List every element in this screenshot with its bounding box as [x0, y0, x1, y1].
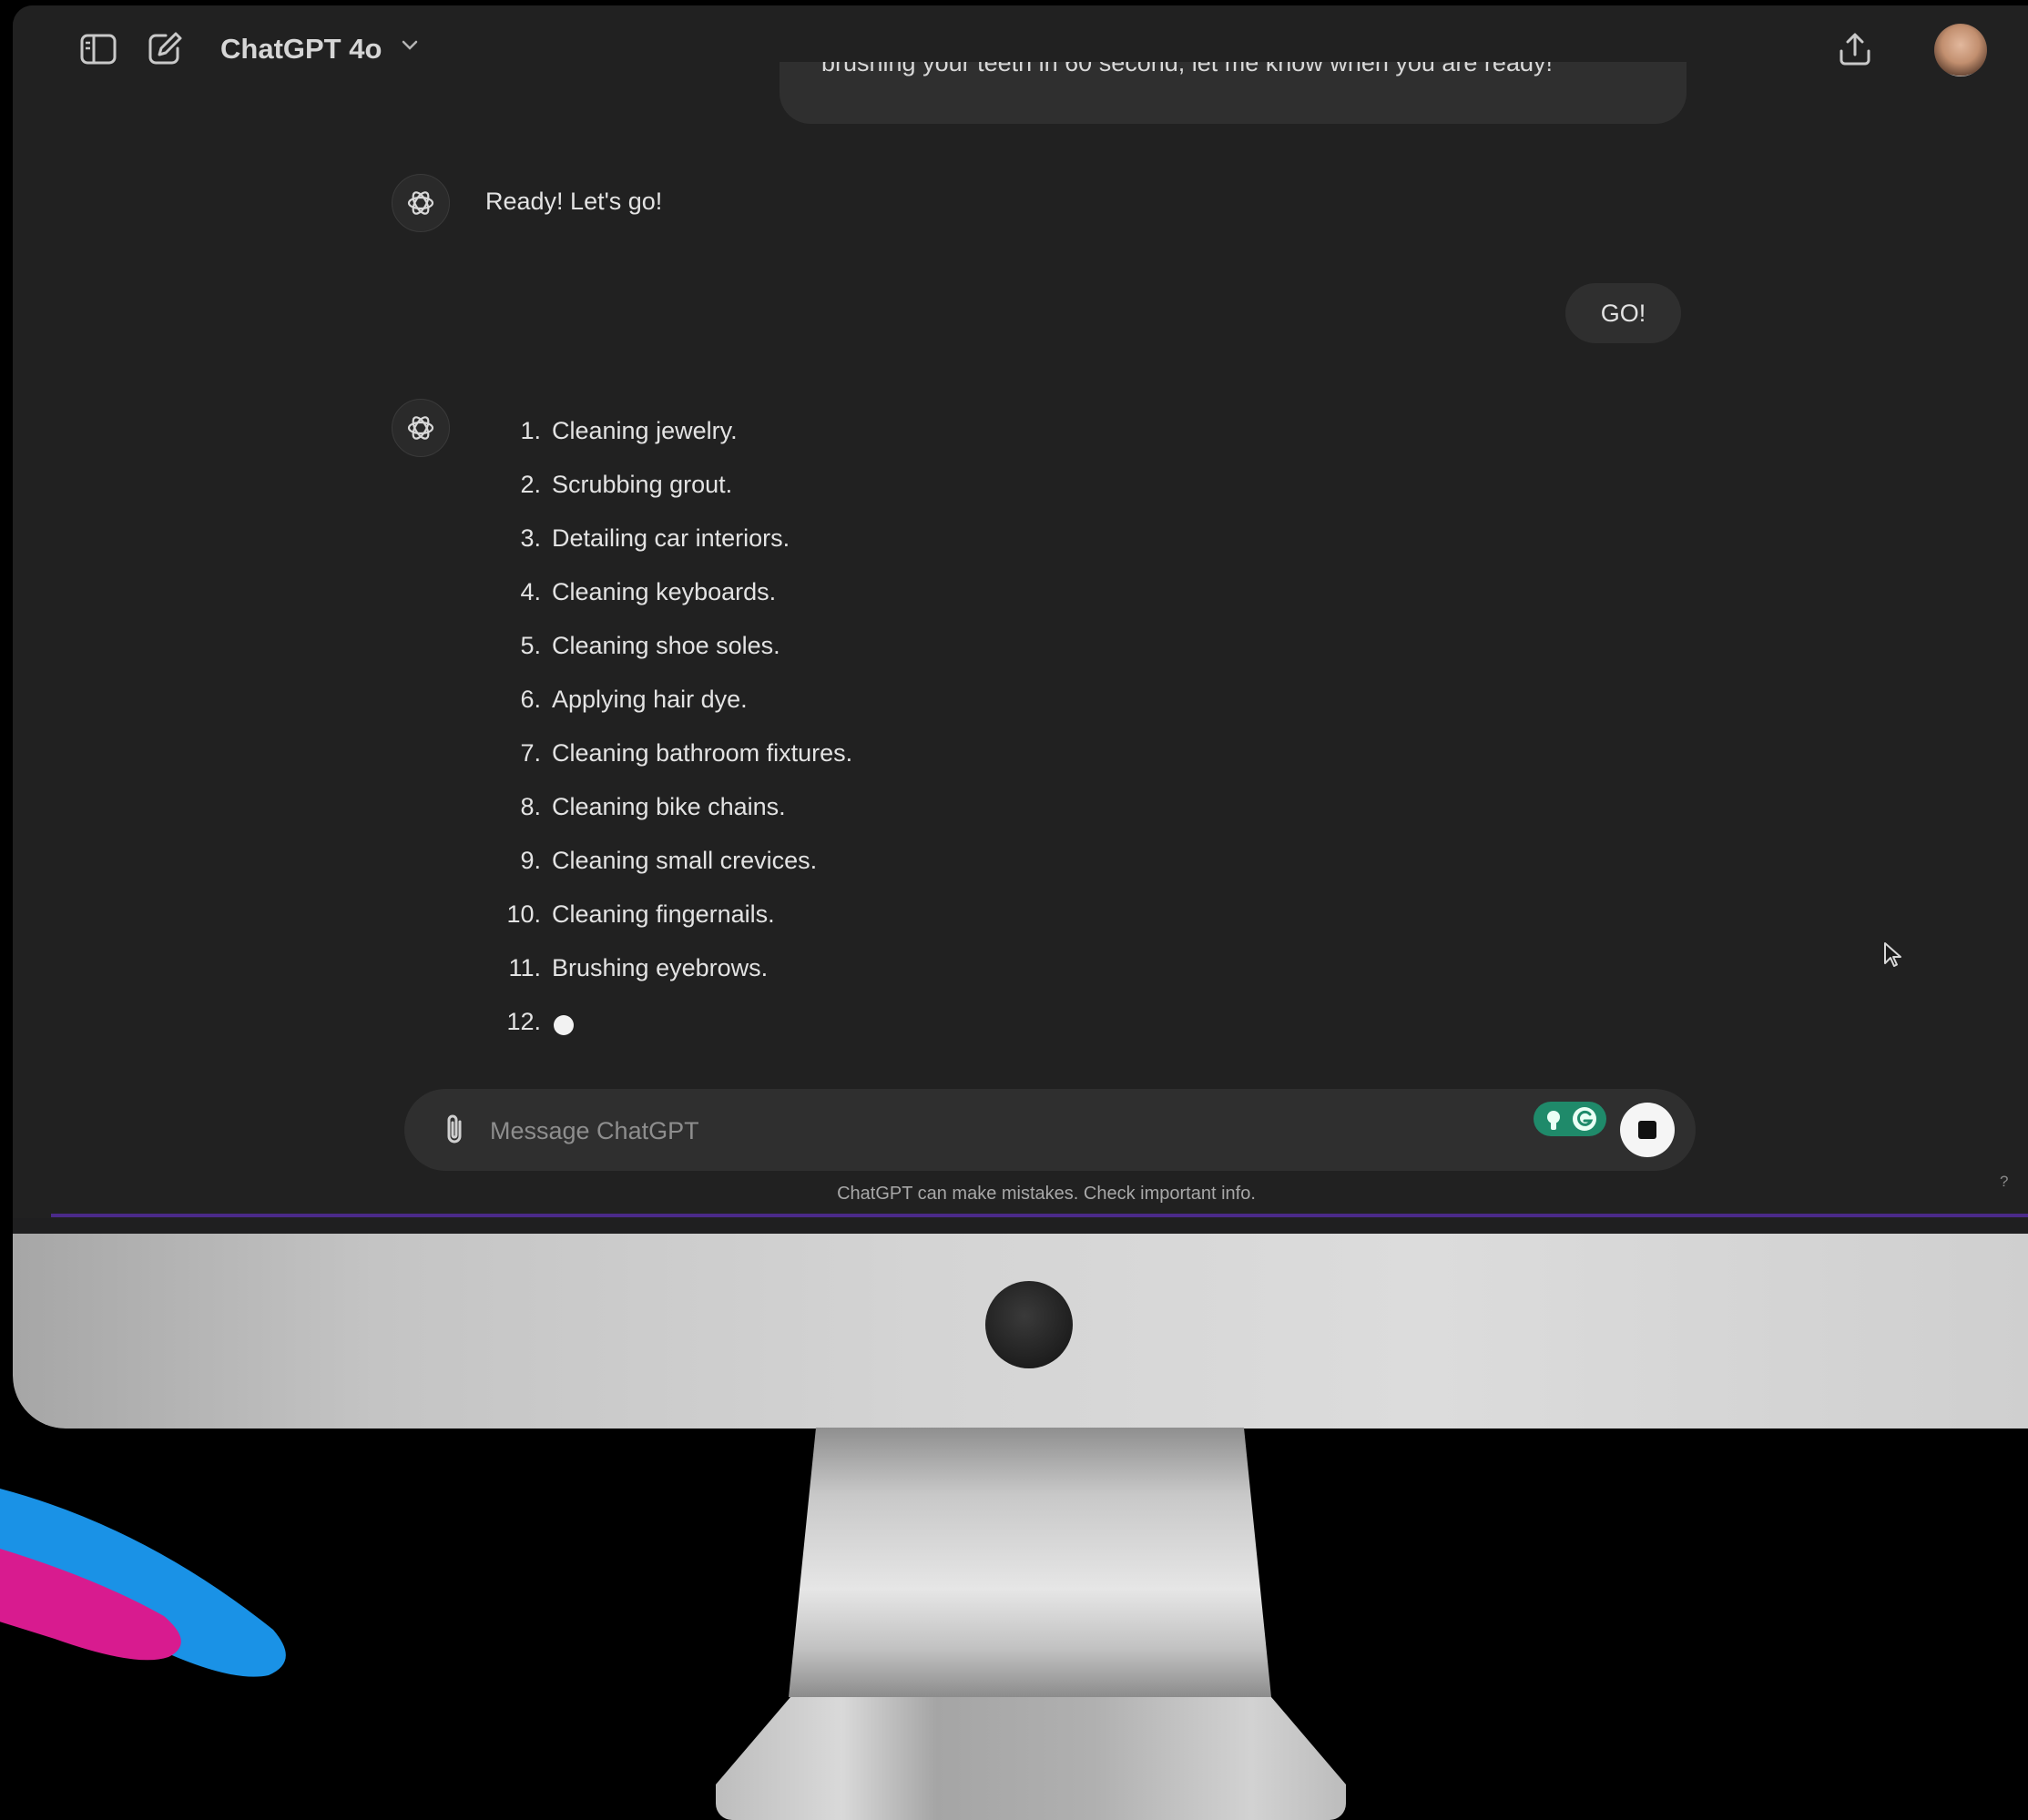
model-selector[interactable]: ChatGPT 4o [220, 33, 382, 66]
list-item-number: 4. [520, 578, 541, 605]
list-item-number: 5. [520, 632, 541, 659]
monitor-stand-base [716, 1697, 1346, 1820]
list-item: 5. Cleaning shoe soles. [473, 632, 1110, 686]
stop-generating-button[interactable] [1620, 1103, 1675, 1157]
list-item-number: 1. [520, 417, 541, 444]
list-item: 1. Cleaning jewelry. [473, 417, 1110, 471]
monitor-stand-neck [789, 1428, 1271, 1697]
list-item-text: Cleaning jewelry. [552, 417, 738, 444]
list-item-text: Cleaning small crevices. [552, 847, 818, 874]
new-chat-icon[interactable] [148, 31, 184, 66]
list-item: 2. Scrubbing grout. [473, 471, 1110, 524]
list-item-text: Cleaning fingernails. [552, 900, 775, 928]
openai-logo-icon [407, 191, 434, 215]
toothbrush-decoration [0, 1489, 286, 1677]
user-message-text: brushing your teeth in 60 second, let me… [821, 62, 1553, 76]
grammarly-icon [1547, 1107, 1596, 1131]
list-item-number: 8. [520, 793, 541, 820]
list-item-number: 2. [520, 471, 541, 498]
sidebar-toggle-icon[interactable] [80, 33, 117, 66]
list-item-number: 7. [520, 739, 541, 767]
list-item-text: Cleaning bike chains. [552, 793, 786, 820]
user-message-bubble: brushing your teeth in 60 second, let me… [780, 62, 1687, 124]
stop-icon [1638, 1121, 1656, 1139]
list-item-text: Applying hair dye. [552, 686, 748, 713]
list-item: 10. Cleaning fingernails. [473, 900, 1110, 954]
streaming-cursor-icon [554, 1015, 574, 1035]
list-item-number: 10. [506, 900, 541, 928]
assistant-avatar [392, 174, 450, 232]
grammarly-badge[interactable] [1534, 1102, 1606, 1136]
assistant-numbered-list: 1. Cleaning jewelry. 2. Scrubbing grout. 3… [473, 417, 1110, 1062]
message-input[interactable] [488, 1109, 1493, 1153]
list-item: 4. Cleaning keyboards. [473, 578, 1110, 632]
assistant-message-text: Ready! Let's go! [485, 188, 663, 215]
monitor: ChatGPT 4o brushing your teeth in 60 sec… [13, 5, 2028, 1429]
list-item-number: 11. [508, 954, 541, 981]
chat-window: ChatGPT 4o brushing your teeth in 60 sec… [13, 5, 2028, 1218]
paperclip-icon[interactable] [441, 1111, 468, 1147]
list-item-text: Cleaning bathroom fixtures. [552, 739, 853, 767]
list-item-text: Cleaning shoe soles. [552, 632, 780, 659]
disclaimer-text: ChatGPT can make mistakes. Check importa… [837, 1184, 1256, 1204]
help-button[interactable]: ? [2000, 1173, 2008, 1191]
list-item: 11. Brushing eyebrows. [473, 954, 1110, 1008]
list-item-text: Scrubbing grout. [552, 471, 733, 498]
list-item-text: Cleaning keyboards. [552, 578, 777, 605]
share-icon[interactable] [1838, 31, 1872, 67]
monitor-chin [13, 1234, 2028, 1429]
list-item-number: 6. [520, 686, 541, 713]
avatar[interactable] [1934, 24, 1987, 76]
screen-accent-line [51, 1214, 2028, 1217]
chevron-down-icon[interactable] [401, 38, 419, 51]
openai-logo-icon [407, 416, 434, 440]
assistant-avatar [392, 399, 450, 457]
list-item-number: 9. [520, 847, 541, 874]
mouse-pointer-icon [1884, 942, 1901, 967]
list-item: 9. Cleaning small crevices. [473, 847, 1110, 900]
message-composer [404, 1089, 1696, 1171]
list-item-text: Brushing eyebrows. [552, 954, 769, 981]
list-item: 7. Cleaning bathroom fixtures. [473, 739, 1110, 793]
list-item-number: 3. [520, 524, 541, 552]
monitor-logo-circle [985, 1281, 1073, 1368]
list-item: 3. Detailing car interiors. [473, 524, 1110, 578]
list-item: 8. Cleaning bike chains. [473, 793, 1110, 847]
photo-stage: ChatGPT 4o brushing your teeth in 60 sec… [0, 0, 2028, 1820]
list-item: 6. Applying hair dye. [473, 686, 1110, 739]
list-item-text: Detailing car interiors. [552, 524, 790, 552]
list-item: 12. [473, 1008, 1110, 1062]
list-item-number: 12. [506, 1008, 541, 1035]
user-message-bubble: GO! [1565, 283, 1681, 343]
